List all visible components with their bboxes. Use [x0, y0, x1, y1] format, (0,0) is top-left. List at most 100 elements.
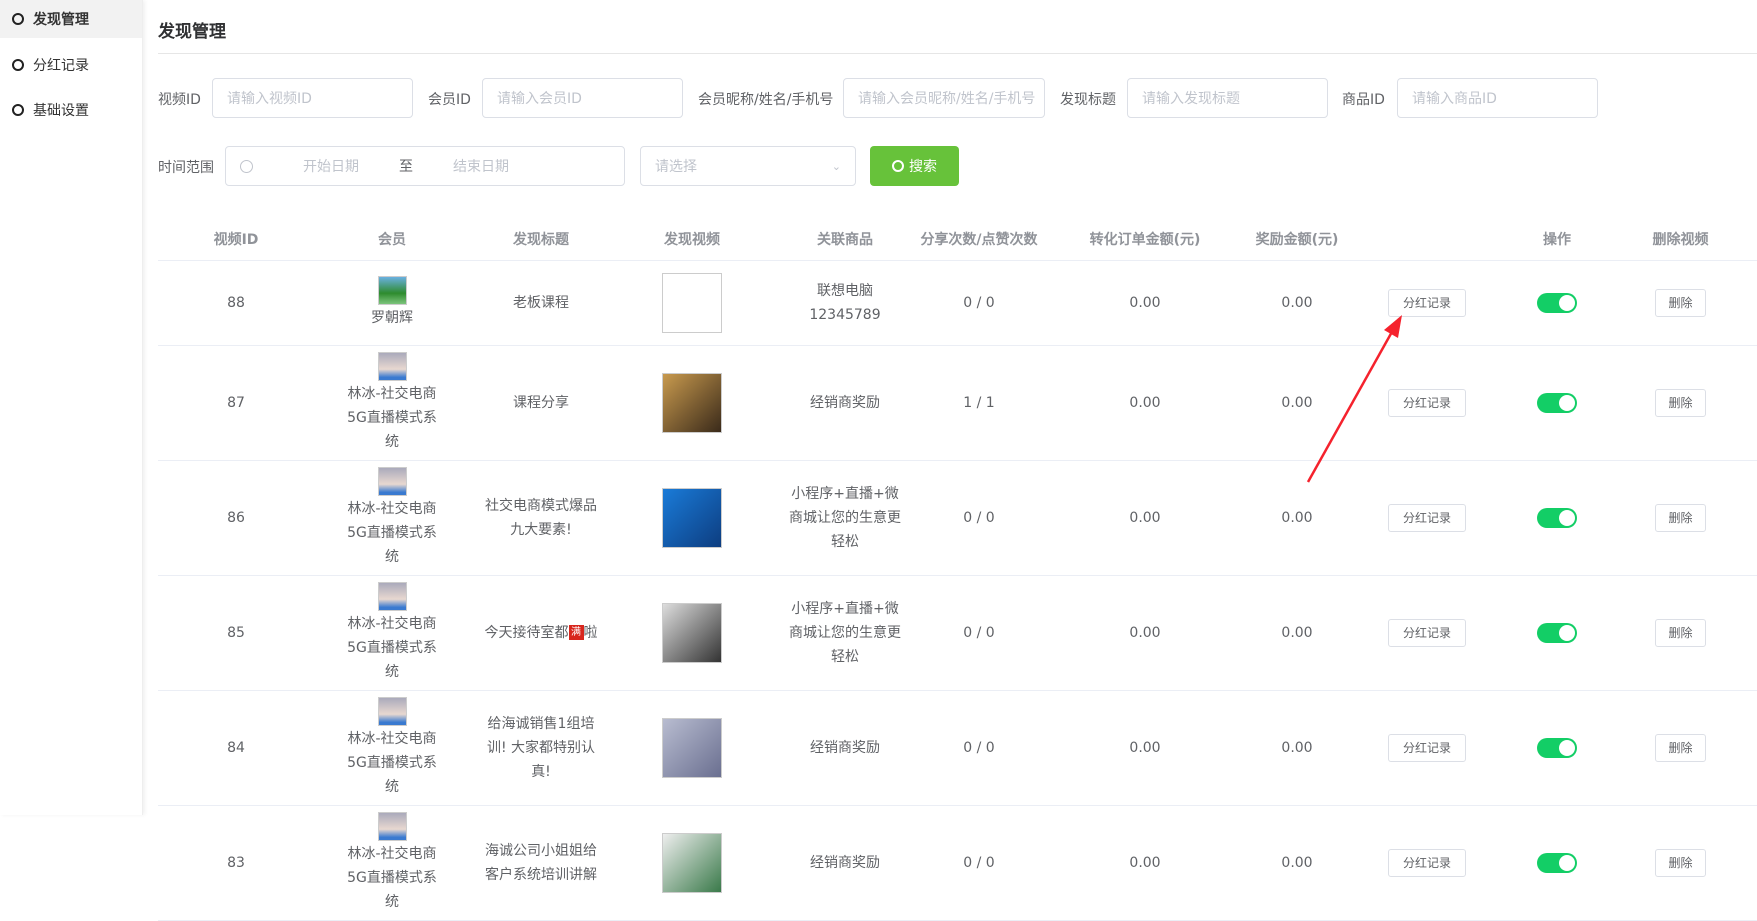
enable-toggle[interactable]: [1537, 292, 1577, 313]
title-suffix: 啦: [583, 624, 598, 641]
video-thumbnail[interactable]: [662, 487, 722, 548]
time-range-label: 时间范围: [158, 160, 214, 176]
product: 经销商奖励: [772, 690, 918, 806]
video-cell: [612, 460, 772, 576]
product: 小程序+直播+微商城让您的生意更轻松: [772, 575, 918, 691]
member-name: 林冰-社交电商5G直播模式系统: [347, 845, 437, 910]
video-id-input[interactable]: 请输入视频ID: [212, 78, 413, 118]
divider: [158, 53, 1757, 54]
bonus-cell: 分红记录: [1344, 575, 1510, 691]
bonus-cell: 分红记录: [1344, 345, 1510, 461]
enable-toggle[interactable]: [1537, 737, 1577, 758]
title-cell: 海诚公司小姐姐给客户系统培训讲解: [470, 805, 612, 921]
avatar: [377, 351, 407, 381]
video-thumbnail[interactable]: [662, 272, 722, 333]
bonus-cell: 分红记录: [1344, 460, 1510, 576]
title-text: 老板课程: [513, 294, 569, 311]
search-button[interactable]: 搜索: [870, 146, 959, 186]
video-cell: [612, 805, 772, 921]
table-row: 88 罗朝辉 老板课程 联想电脑12345789 0 / 0 0.00 0.00…: [158, 260, 1757, 346]
enable-toggle[interactable]: [1537, 622, 1577, 643]
order-amount: 0.00: [1040, 345, 1250, 461]
chevron-down-icon: ⌄: [831, 159, 841, 173]
sidebar-item-discover[interactable]: 发现管理: [0, 0, 142, 38]
reward-amount: 0.00: [1250, 460, 1344, 576]
page-title: 发现管理: [158, 22, 226, 42]
title-cell: 老板课程: [470, 260, 612, 346]
video-id-label: 视频ID: [158, 92, 201, 108]
delete-button[interactable]: 删除: [1655, 388, 1706, 417]
title-text: 课程分享: [513, 394, 569, 411]
bonus-cell: 分红记录: [1344, 260, 1510, 346]
video-thumbnail[interactable]: [662, 372, 722, 433]
member-cell: 林冰-社交电商5G直播模式系统: [314, 575, 470, 691]
order-amount: 0.00: [1040, 575, 1250, 691]
member-cell: 林冰-社交电商5G直播模式系统: [314, 690, 470, 806]
enable-toggle[interactable]: [1537, 507, 1577, 528]
product: 经销商奖励: [772, 345, 918, 461]
column-header: [1344, 218, 1510, 261]
delete-button[interactable]: 删除: [1655, 733, 1706, 762]
enable-toggle[interactable]: [1537, 852, 1577, 873]
reward-amount: 0.00: [1250, 345, 1344, 461]
reward-amount: 0.00: [1250, 575, 1344, 691]
discover-title-label: 发现标题: [1060, 92, 1116, 108]
end-date-input[interactable]: 结束日期: [453, 156, 509, 176]
delete-button[interactable]: 删除: [1655, 503, 1706, 532]
member-name: 林冰-社交电商5G直播模式系统: [347, 385, 437, 450]
delete-cell: 删除: [1604, 575, 1757, 691]
sidebar-item-settings[interactable]: 基础设置: [0, 87, 142, 132]
bonus-record-button[interactable]: 分红记录: [1387, 288, 1466, 317]
range-separator: 至: [399, 159, 413, 175]
column-header: 发现视频: [612, 218, 772, 261]
video-id: 87: [158, 345, 314, 461]
search-icon: [892, 160, 904, 172]
title-cell: 今天接待室都满啦: [470, 575, 612, 691]
member-cell: 林冰-社交电商5G直播模式系统: [314, 460, 470, 576]
video-id: 84: [158, 690, 314, 806]
avatar: [377, 811, 407, 841]
order-amount: 0.00: [1040, 260, 1250, 346]
product-id-input[interactable]: 请输入商品ID: [1397, 78, 1598, 118]
column-header: 发现标题: [470, 218, 612, 261]
video-cell: [612, 575, 772, 691]
video-thumbnail[interactable]: [662, 832, 722, 893]
video-thumbnail[interactable]: [662, 602, 722, 663]
delete-button[interactable]: 删除: [1655, 618, 1706, 647]
column-header: 转化订单金额(元): [1040, 218, 1250, 261]
title-text: 给海诚销售1组培训! 大家都特别认真!: [486, 715, 596, 780]
avatar: [377, 275, 407, 305]
column-header: 删除视频: [1604, 218, 1757, 261]
bonus-cell: 分红记录: [1344, 805, 1510, 921]
date-range-picker[interactable]: 开始日期 至 结束日期: [225, 146, 625, 186]
member-name-input[interactable]: 请输入会员昵称/姓名/手机号: [843, 78, 1045, 118]
delete-cell: 删除: [1604, 260, 1757, 346]
status-select[interactable]: 请选择 ⌄: [640, 146, 856, 186]
sidebar-item-bonus[interactable]: 分红记录: [0, 42, 142, 87]
bonus-record-button[interactable]: 分红记录: [1387, 618, 1466, 647]
table-row: 85 林冰-社交电商5G直播模式系统 今天接待室都满啦 小程序+直播+微商城让您…: [158, 575, 1757, 691]
column-header: 奖励金额(元): [1250, 218, 1344, 261]
enable-toggle[interactable]: [1537, 392, 1577, 413]
video-thumbnail[interactable]: [662, 717, 722, 778]
column-header: 关联商品: [772, 218, 918, 261]
bonus-record-button[interactable]: 分红记录: [1387, 388, 1466, 417]
bonus-record-button[interactable]: 分红记录: [1387, 733, 1466, 762]
share-like: 0 / 0: [918, 260, 1040, 346]
video-cell: [612, 690, 772, 806]
discover-title-input[interactable]: 请输入发现标题: [1127, 78, 1328, 118]
delete-cell: 删除: [1604, 460, 1757, 576]
bonus-record-button[interactable]: 分红记录: [1387, 503, 1466, 532]
table-row: 83 林冰-社交电商5G直播模式系统 海诚公司小姐姐给客户系统培训讲解 经销商奖…: [158, 805, 1757, 921]
start-date-input[interactable]: 开始日期: [303, 156, 359, 176]
delete-button[interactable]: 删除: [1655, 288, 1706, 317]
share-like: 0 / 0: [918, 805, 1040, 921]
member-name: 罗朝辉: [371, 309, 413, 326]
toggle-cell: [1510, 805, 1604, 921]
column-header: 视频ID: [158, 218, 314, 261]
avatar: [377, 696, 407, 726]
table-row: 84 林冰-社交电商5G直播模式系统 给海诚销售1组培训! 大家都特别认真! 经…: [158, 690, 1757, 806]
bonus-record-button[interactable]: 分红记录: [1387, 848, 1466, 877]
member-id-input[interactable]: 请输入会员ID: [482, 78, 683, 118]
delete-button[interactable]: 删除: [1655, 848, 1706, 877]
